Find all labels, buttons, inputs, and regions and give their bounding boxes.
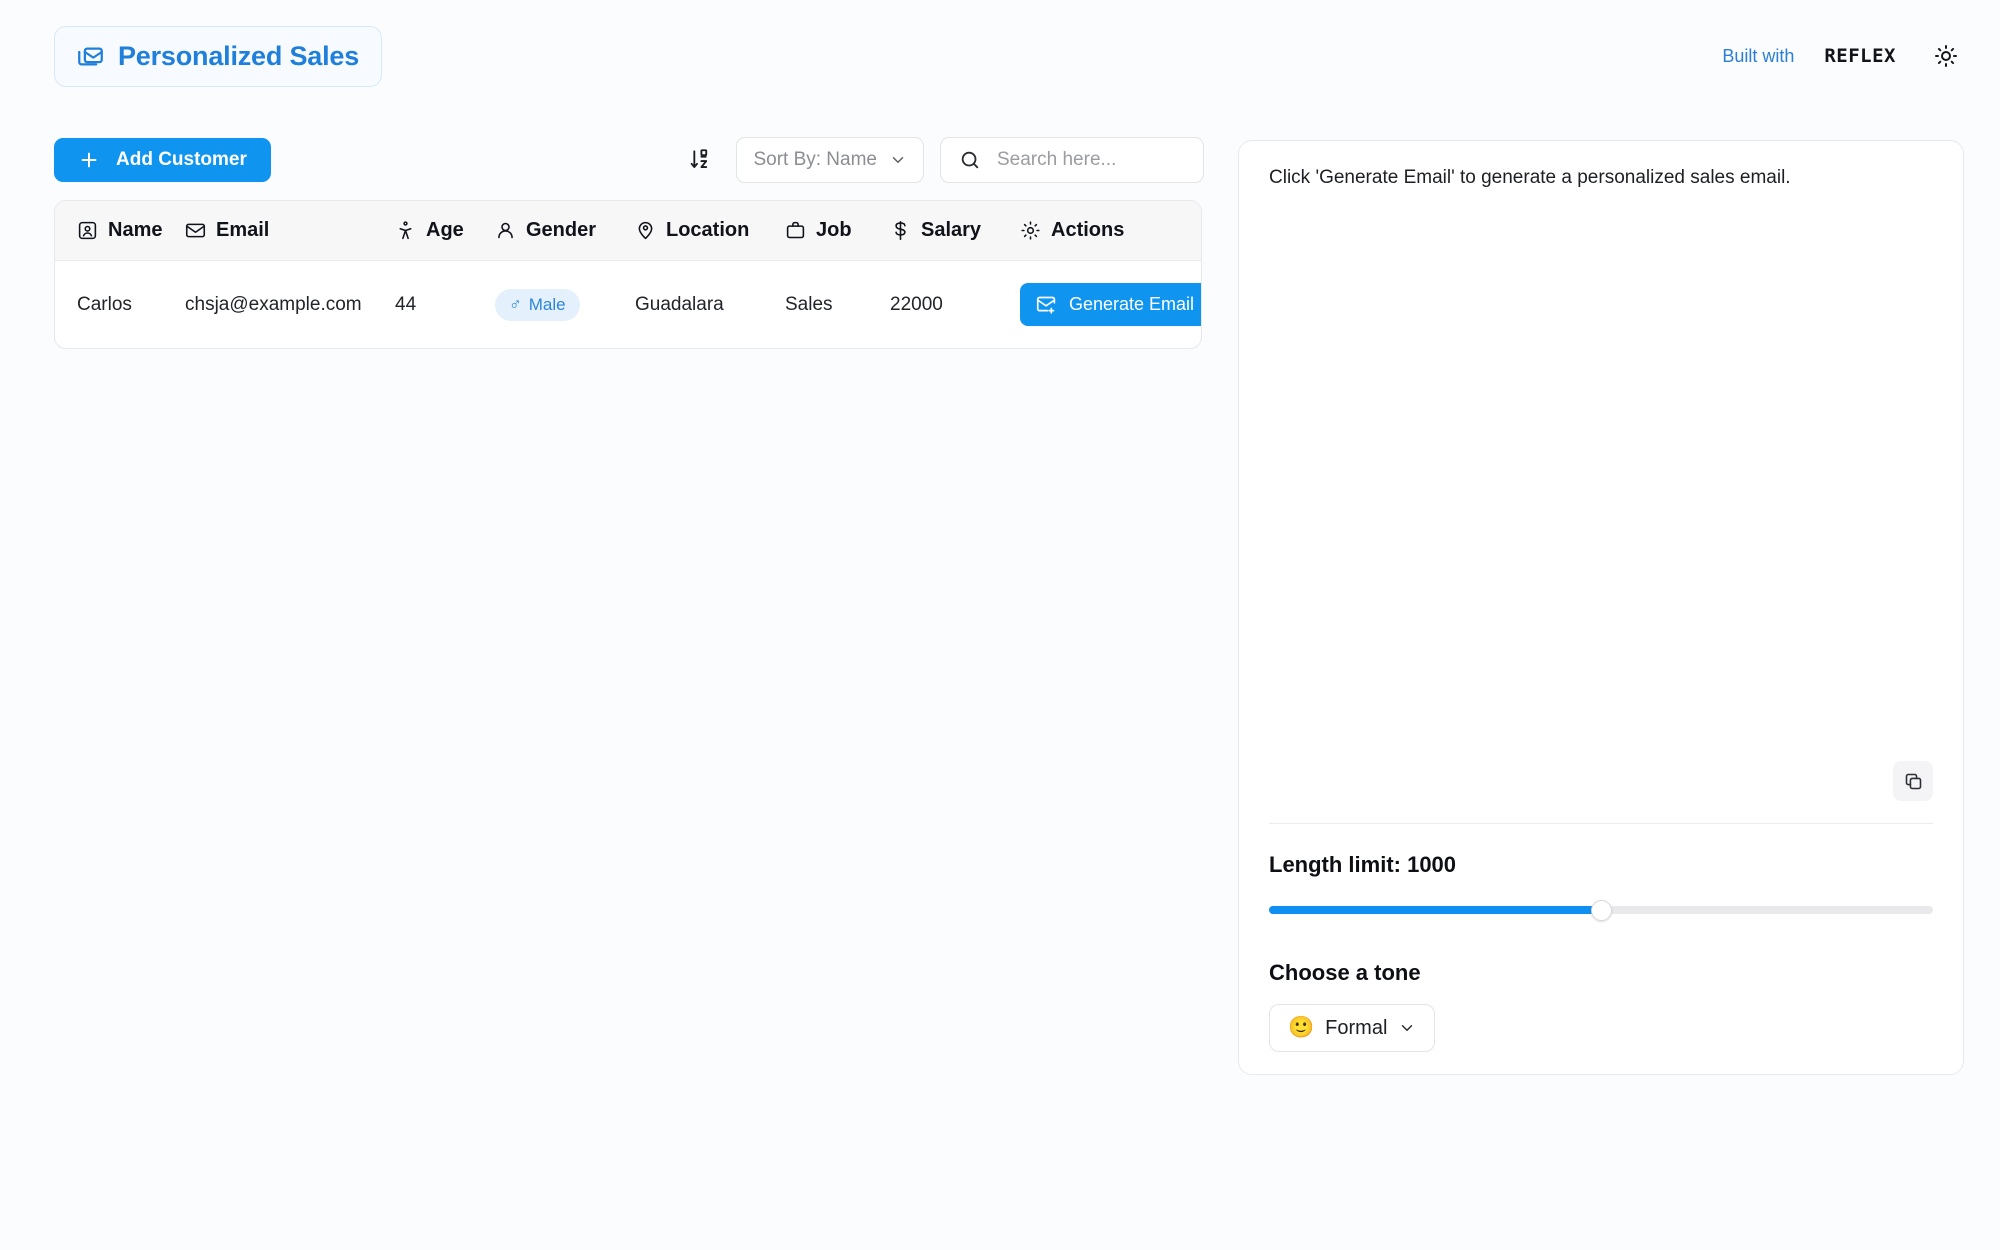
cell-salary: 22000 xyxy=(890,293,943,315)
column-label: Job xyxy=(816,219,852,241)
mail-plus-icon xyxy=(1036,294,1057,315)
mails-icon xyxy=(77,43,104,70)
plus-icon xyxy=(78,149,100,171)
search-input[interactable] xyxy=(995,148,1185,172)
panel-divider xyxy=(1269,823,1933,824)
male-symbol-icon: ♂ xyxy=(509,294,522,314)
table-row[interactable]: Carlos chsja@example.com 44 ♂ Male Guada… xyxy=(55,261,1201,349)
column-label: Salary xyxy=(921,219,982,241)
email-placeholder-text: Click 'Generate Email' to generate a per… xyxy=(1269,167,1791,188)
column-label: Age xyxy=(426,219,464,241)
customers-table-card: Name Email Age Gender Location Job Salar… xyxy=(54,200,1202,349)
column-label: Location xyxy=(666,219,750,241)
copy-email-button[interactable] xyxy=(1893,761,1933,801)
cog-icon xyxy=(1020,220,1041,241)
tone-selected-value: Formal xyxy=(1325,1016,1388,1039)
cell-location: Guadalara xyxy=(635,293,724,315)
table-header-row: Name Email Age Gender Location Job Salar… xyxy=(55,201,1201,261)
table-body: Carlos chsja@example.com 44 ♂ Male Guada… xyxy=(55,261,1201,349)
cell-name: Carlos xyxy=(77,293,132,315)
square-user-icon xyxy=(77,220,98,241)
app-logo[interactable]: Personalized Sales xyxy=(54,25,383,87)
column-label: Email xyxy=(216,219,270,241)
tone-label: Choose a tone xyxy=(1269,960,1421,985)
cell-gender: ♂ Male xyxy=(495,261,635,349)
chevron-down-icon xyxy=(1398,1019,1416,1037)
generate-email-button[interactable]: Generate Email xyxy=(1020,283,1201,326)
table-toolbar: Add Customer Sort By: Name xyxy=(54,130,1204,190)
gender-badge: ♂ Male xyxy=(495,288,580,321)
person-standing-icon xyxy=(395,220,416,241)
column-label: Gender xyxy=(526,219,597,241)
column-header-email[interactable]: Email xyxy=(185,201,395,261)
cell-actions: Generate Email xyxy=(1020,261,1201,349)
tone-dropdown[interactable]: 🙂 Formal xyxy=(1269,1004,1436,1052)
table-header: Name Email Age Gender Location Job Salar… xyxy=(55,201,1201,261)
sun-icon xyxy=(1934,44,1958,68)
column-header-location[interactable]: Location xyxy=(635,201,785,261)
column-header-job[interactable]: Job xyxy=(785,201,890,261)
dollar-sign-icon xyxy=(890,220,911,241)
app-title: Personalized Sales xyxy=(118,40,360,71)
column-header-salary[interactable]: Salary xyxy=(890,201,1020,261)
email-generator-panel: Click 'Generate Email' to generate a per… xyxy=(1238,140,1964,1075)
cell-job: Sales xyxy=(785,293,833,315)
cell-email: chsja@example.com xyxy=(185,293,362,315)
column-label: Actions xyxy=(1051,219,1125,241)
add-customer-button[interactable]: Add Customer xyxy=(54,138,271,182)
slider-fill xyxy=(1269,906,1601,914)
mail-icon xyxy=(185,220,206,241)
built-with-label: Built with xyxy=(1722,45,1795,66)
header-right-group: Built with REFLEX xyxy=(1722,36,1966,76)
gender-badge-label: Male xyxy=(528,294,566,314)
length-limit-label: Length limit: 1000 xyxy=(1269,852,1457,877)
column-header-name[interactable]: Name xyxy=(55,201,185,261)
customers-table: Name Email Age Gender Location Job Salar… xyxy=(55,201,1201,349)
toolbar-controls: Sort By: Name xyxy=(690,130,1204,190)
copy-icon xyxy=(1903,771,1924,792)
add-customer-label: Add Customer xyxy=(116,149,247,170)
cell-age: 44 xyxy=(395,293,417,315)
chevron-down-icon xyxy=(889,151,907,169)
sort-by-dropdown[interactable]: Sort By: Name xyxy=(736,137,924,183)
smiley-icon: 🙂 xyxy=(1288,1016,1315,1039)
sort-by-label: Sort By: Name xyxy=(753,149,877,170)
email-output-area: Click 'Generate Email' to generate a per… xyxy=(1269,167,1933,815)
reflex-brand[interactable]: REFLEX xyxy=(1824,45,1896,67)
column-header-actions[interactable]: Actions xyxy=(1020,201,1201,261)
briefcase-icon xyxy=(785,220,806,241)
search-icon xyxy=(959,149,981,171)
length-limit-slider[interactable] xyxy=(1269,900,1933,921)
arrow-down-az-icon[interactable] xyxy=(690,143,720,177)
map-pin-user-icon xyxy=(635,220,656,241)
theme-toggle-button[interactable] xyxy=(1926,36,1966,76)
slider-thumb[interactable] xyxy=(1591,900,1612,921)
search-box[interactable] xyxy=(940,137,1204,183)
generate-email-label: Generate Email xyxy=(1069,294,1195,314)
column-header-age[interactable]: Age xyxy=(395,201,495,261)
app-header: Personalized Sales Built with REFLEX xyxy=(0,0,2000,112)
column-header-gender[interactable]: Gender xyxy=(495,201,635,261)
user-icon xyxy=(495,220,516,241)
column-label: Name xyxy=(108,219,163,241)
customers-section: Add Customer Sort By: Name Search here..… xyxy=(54,130,1204,349)
